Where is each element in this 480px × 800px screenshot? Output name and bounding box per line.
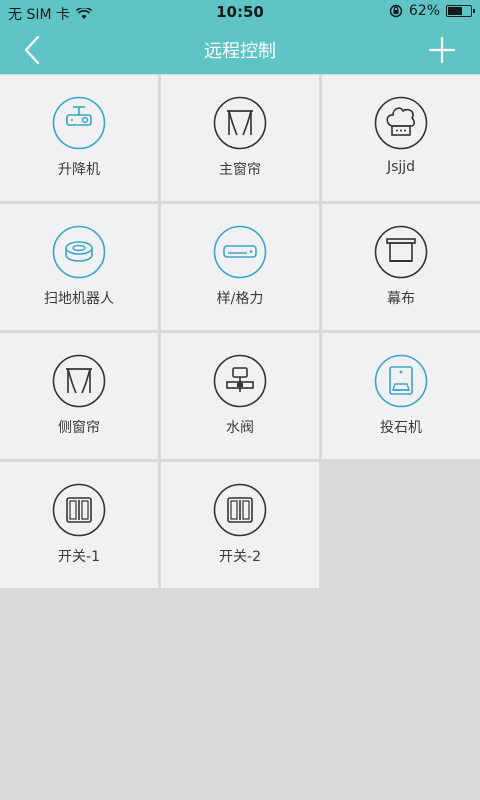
chef-hat-icon xyxy=(374,96,428,150)
device-label: 开关-2 xyxy=(219,549,261,565)
status-bar: 无 SIM 卡 10:50 62% xyxy=(0,0,480,26)
projector-lift-icon xyxy=(52,96,106,150)
switch-icon xyxy=(213,483,267,537)
device-label: 开关-1 xyxy=(58,549,100,565)
device-tile[interactable]: 幕布 xyxy=(322,204,480,330)
battery-percent: 62% xyxy=(408,3,440,19)
device-tile[interactable]: 水阀 xyxy=(161,333,319,459)
device-tile[interactable]: 开关-1 xyxy=(0,462,158,588)
ac-unit-icon xyxy=(374,354,428,408)
device-tile[interactable]: 样/格力 xyxy=(161,204,319,330)
device-label: 水阀 xyxy=(226,420,254,436)
curtain-icon xyxy=(52,354,106,408)
device-tile[interactable]: 开关-2 xyxy=(161,462,319,588)
page-title: 远程控制 xyxy=(204,41,276,62)
device-tile[interactable]: 投石机 xyxy=(322,333,480,459)
projection-screen-icon xyxy=(374,225,428,279)
water-valve-icon xyxy=(213,354,267,408)
device-tile[interactable]: 主窗帘 xyxy=(161,75,319,201)
device-label: Jsjjd xyxy=(386,159,416,175)
device-label: 主窗帘 xyxy=(219,162,261,178)
device-tile[interactable]: Jsjjd xyxy=(322,75,480,201)
curtain-icon xyxy=(213,96,267,150)
device-tile[interactable]: 扫地机器人 xyxy=(0,204,158,330)
device-label: 幕布 xyxy=(387,291,415,307)
add-button[interactable] xyxy=(428,36,456,64)
device-label: 扫地机器人 xyxy=(44,291,114,307)
switch-icon xyxy=(52,483,106,537)
device-label: 侧窗帘 xyxy=(58,420,100,436)
battery-fill xyxy=(448,7,462,15)
battery-icon xyxy=(446,5,475,17)
robot-vacuum-icon xyxy=(52,225,106,279)
nav-bar: 远程控制 xyxy=(0,26,480,74)
device-label: 投石机 xyxy=(380,420,422,436)
set-top-box-icon xyxy=(213,225,267,279)
device-label: 升降机 xyxy=(58,162,100,178)
rotation-lock-icon xyxy=(389,4,403,18)
device-label: 样/格力 xyxy=(216,291,264,307)
device-tile[interactable]: 升降机 xyxy=(0,75,158,201)
status-right: 62% xyxy=(389,3,475,19)
device-tile[interactable]: 侧窗帘 xyxy=(0,333,158,459)
